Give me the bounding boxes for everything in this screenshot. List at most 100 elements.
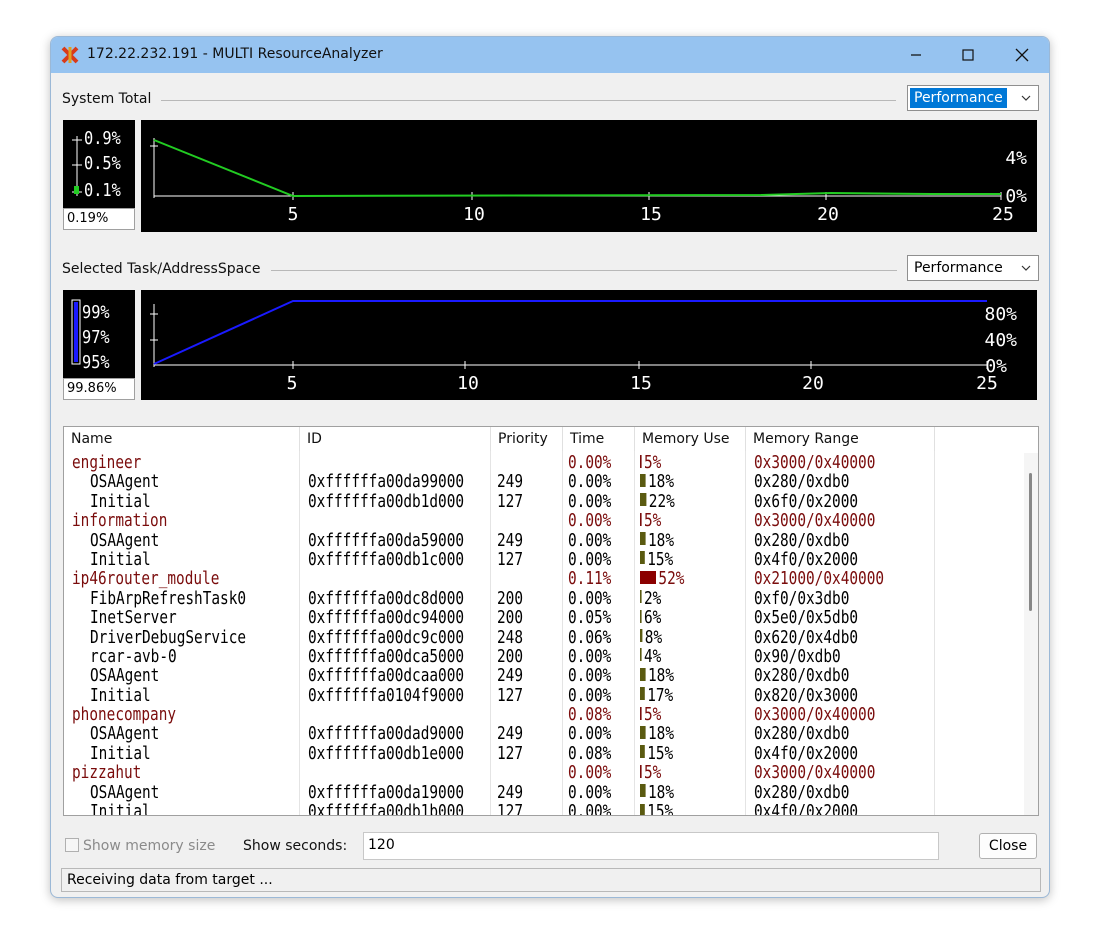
- cell-priority: 200: [497, 645, 524, 667]
- y-label: 0%: [1005, 186, 1027, 207]
- system-total-dropdown-value: Performance: [910, 88, 1007, 108]
- column-header-name[interactable]: Name: [64, 427, 300, 451]
- system-total-dropdown[interactable]: Performance: [907, 85, 1039, 111]
- vertical-scrollbar[interactable]: [1024, 453, 1038, 815]
- column-header-id[interactable]: ID: [300, 427, 491, 451]
- column-header-priority[interactable]: Priority: [491, 427, 563, 451]
- cell-time: 0.00%: [568, 781, 612, 803]
- table-row[interactable]: DriverDebugService 0xffffffa00dc9c000 248 0…: [64, 628, 1038, 647]
- table-row[interactable]: Initial 0xffffffa00db1d000 127 0.00% 22% 0x6f…: [64, 492, 1038, 511]
- table-row[interactable]: OSAAgent 0xffffffa00dad9000 249 0.00% 18% 0x2…: [64, 724, 1038, 743]
- cell-memory-use: 15%: [640, 744, 673, 763]
- system-total-gauge: 0.9% 0.5% 0.1%: [63, 120, 135, 208]
- cell-memory-range: 0x90/0xdb0: [754, 645, 841, 667]
- column-header-time[interactable]: Time: [563, 427, 635, 451]
- cell-priority: 127: [497, 684, 524, 706]
- maximize-button[interactable]: [943, 37, 993, 73]
- table-row[interactable]: Initial 0xffffffa00db1e000 127 0.08% 15% 0x4f…: [64, 744, 1038, 763]
- table-row[interactable]: Initial 0xffffffa0104f9000 127 0.00% 17% 0x82…: [64, 686, 1038, 705]
- table-row-group[interactable]: pizzahut 0.00% 5% 0x3000/0x40000: [64, 763, 1038, 782]
- show-memory-checkbox[interactable]: [65, 838, 79, 852]
- memory-use-value: 5%: [644, 704, 662, 726]
- table-row-group[interactable]: engineer 0.00% 5% 0x3000/0x40000: [64, 453, 1038, 472]
- table-row[interactable]: FibArpRefreshTask0 0xffffffa00dc8d000 200 0…: [64, 589, 1038, 608]
- cell-name: engineer: [72, 452, 142, 473]
- cell-priority: 249: [497, 529, 524, 551]
- cell-priority: 127: [497, 490, 524, 512]
- cell-memory-use: 15%: [640, 802, 673, 815]
- memory-use-bar: [640, 493, 647, 507]
- memory-use-value: 18%: [648, 529, 675, 551]
- cell-memory-use: 17%: [640, 686, 673, 705]
- table-row[interactable]: OSAAgent 0xffffffa00da59000 249 0.00% 18% 0x2…: [64, 531, 1038, 550]
- cell-time: 0.08%: [568, 742, 612, 764]
- x-tick: 20: [802, 373, 824, 394]
- table-row[interactable]: rcar-avb-0 0xffffffa00dca5000 200 0.00% 4% 0x…: [64, 647, 1038, 666]
- cell-time: 0.00%: [568, 645, 612, 667]
- table-row[interactable]: Initial 0xffffffa00db1b000 127 0.00% 15% 0x4f…: [64, 801, 1038, 816]
- cell-time: 0.00%: [568, 801, 612, 816]
- cell-id: 0xffffffa00db1e000: [308, 742, 465, 764]
- cell-priority: 127: [497, 801, 524, 816]
- table-row-group[interactable]: ip46router_module 0.11% 52% 0x21000/0x40000: [64, 569, 1038, 588]
- cell-memory-use: 52%: [640, 569, 684, 588]
- y-label: 0%: [985, 356, 1007, 377]
- table-row[interactable]: OSAAgent 0xffffffa00da19000 249 0.00% 18% 0x2…: [64, 783, 1038, 802]
- cell-memory-range: 0x280/0xdb0: [754, 665, 850, 687]
- cell-time: 0.00%: [568, 665, 612, 687]
- close-window-button[interactable]: [997, 37, 1047, 73]
- cell-time: 0.00%: [568, 587, 612, 609]
- memory-use-value: 15%: [647, 548, 674, 570]
- cell-memory-range: 0x620/0x4db0: [754, 626, 859, 648]
- system-total-cpu-line: [153, 139, 1001, 198]
- column-header-memory-use[interactable]: Memory Use: [635, 427, 746, 451]
- table-row[interactable]: OSAAgent 0xffffffa00da99000 249 0.00% 18% 0x2…: [64, 472, 1038, 491]
- cell-priority: 200: [497, 587, 524, 609]
- table-row[interactable]: Initial 0xffffffa00db1c000 127 0.00% 15% 0x4f…: [64, 550, 1038, 569]
- cell-name: phonecompany: [72, 704, 177, 726]
- close-button[interactable]: Close: [979, 833, 1037, 859]
- cell-memory-use: 18%: [640, 724, 674, 743]
- minimize-button[interactable]: [891, 37, 941, 73]
- scrollbar-thumb[interactable]: [1029, 473, 1032, 611]
- table-body: engineer 0.00% 5% 0x3000/0x40000 OSAAgent 0xf…: [64, 453, 1038, 816]
- selected-task-graph: 5 10 15 20 25 80% 40% 0%: [141, 290, 1037, 400]
- divider: [161, 100, 896, 101]
- cell-name: Initial: [90, 742, 151, 764]
- selected-task-label: Selected Task/AddressSpace: [62, 261, 267, 277]
- table-row[interactable]: InetServer 0xffffffa00dc94000 200 0.05% 6% 0x…: [64, 608, 1038, 627]
- cell-name: rcar-avb-0: [90, 645, 177, 667]
- cell-name: FibArpRefreshTask0: [90, 587, 247, 609]
- cell-memory-range: 0x280/0xdb0: [754, 529, 850, 551]
- memory-use-value: 5%: [644, 452, 662, 473]
- task-table: Name ID Priority Time Memory Use Memory …: [63, 426, 1039, 816]
- cell-time: 0.00%: [568, 510, 612, 532]
- cell-time: 0.05%: [568, 607, 612, 629]
- cell-name: OSAAgent: [90, 529, 160, 551]
- cell-memory-use: 18%: [640, 472, 674, 491]
- chevron-down-icon: [1021, 95, 1031, 101]
- table-row-group[interactable]: information 0.00% 5% 0x3000/0x40000: [64, 511, 1038, 530]
- cell-memory-use: 18%: [640, 783, 674, 802]
- cell-name: pizzahut: [72, 762, 142, 784]
- cell-time: 0.00%: [568, 723, 612, 745]
- memory-use-bar: [640, 629, 643, 643]
- table-row[interactable]: OSAAgent 0xffffffa00dcaa000 249 0.00% 18% 0x2…: [64, 666, 1038, 685]
- table-row-group[interactable]: phonecompany 0.08% 5% 0x3000/0x40000: [64, 705, 1038, 724]
- cell-name: Initial: [90, 490, 151, 512]
- selected-task-dropdown[interactable]: Performance: [907, 255, 1039, 281]
- show-seconds-input[interactable]: 120: [363, 832, 939, 860]
- cell-name: OSAAgent: [90, 723, 160, 745]
- memory-use-value: 6%: [644, 607, 662, 629]
- memory-use-value: 4%: [644, 645, 662, 667]
- cell-id: 0xffffffa00da59000: [308, 529, 465, 551]
- system-total-graph-svg: 5 10 15 20 25 4% 0%: [150, 138, 1027, 225]
- gauge-tick: 0.9%: [84, 128, 121, 149]
- memory-use-value: 18%: [648, 781, 675, 803]
- memory-use-value: 22%: [648, 490, 675, 512]
- memory-use-bar: [640, 764, 642, 778]
- memory-use-value: 5%: [644, 510, 662, 532]
- column-header-memory-range[interactable]: Memory Range: [746, 427, 935, 451]
- cell-time: 0.00%: [568, 762, 612, 784]
- memory-use-bar: [640, 667, 646, 681]
